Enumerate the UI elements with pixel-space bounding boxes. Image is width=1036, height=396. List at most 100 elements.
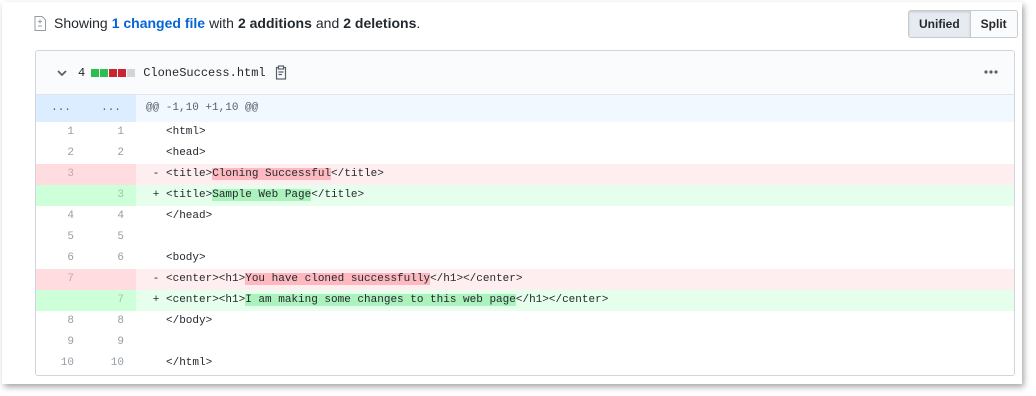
summary-prefix: Showing (54, 15, 108, 31)
old-line-number[interactable]: 1 (36, 122, 86, 143)
diff-sign: + (152, 294, 160, 306)
diff-view: Showing 1 changed file with 2 additions … (2, 2, 1022, 384)
code-line: </html> (166, 353, 212, 374)
diff-line: 55 (36, 227, 1014, 248)
code-line: <center><h1>I am making some changes to … (166, 290, 608, 311)
diff-sign: + (152, 189, 160, 201)
old-line-number[interactable]: 4 (36, 206, 86, 227)
code-text: <html> (166, 126, 206, 138)
expand-up-button[interactable]: ... (36, 95, 86, 122)
summary-and: and (315, 15, 340, 31)
code-text: </h1></center> (430, 273, 523, 285)
new-line-number[interactable]: 6 (86, 248, 136, 269)
new-line-number[interactable]: 9 (86, 332, 136, 353)
diff-line: 6 6 <body> (36, 248, 1014, 269)
old-line-number[interactable]: 10 (36, 353, 86, 374)
new-line-number[interactable]: 7 (86, 290, 136, 311)
new-line-number[interactable]: 4 (86, 206, 136, 227)
diffstat-block (127, 68, 136, 77)
code-line: <body> (166, 248, 206, 269)
additions-count: 2 additions (237, 15, 312, 31)
diff-sign (146, 311, 166, 332)
deletions-count: 2 deletions (343, 15, 417, 31)
code-text: </h1></center> (515, 294, 609, 306)
clippy-icon[interactable] (274, 65, 288, 80)
code-text: <center><h1> (166, 273, 246, 285)
changed-text: Sample Web Page (212, 189, 312, 201)
code-text: </body> (166, 315, 213, 327)
diffstat-block (109, 68, 118, 77)
diff-sign (146, 143, 166, 164)
diff-summary: Showing 1 changed file with 2 additions … (34, 10, 420, 36)
old-line-number[interactable]: 9 (36, 332, 86, 353)
changed-files-link[interactable]: 1 changed file (112, 15, 205, 31)
summary-with: with (209, 15, 234, 31)
new-line-number[interactable]: 10 (86, 353, 136, 374)
file-name[interactable]: CloneSuccess.html (143, 66, 265, 80)
change-count: 4 (78, 65, 86, 80)
file-diff: 4 CloneSuccess.html ... ... @@ -1,10 +1,… (35, 50, 1015, 376)
diff-sign (146, 353, 166, 374)
unified-button[interactable]: Unified (909, 11, 970, 37)
diff-sign (146, 122, 166, 143)
code-line: <title>Sample Web Page</title> (166, 185, 364, 206)
old-line-number[interactable] (36, 290, 86, 311)
code-line: </head> (166, 206, 212, 227)
old-line-number[interactable]: 6 (36, 248, 86, 269)
diff-line: 2 2 <head> (36, 143, 1014, 164)
diffstat (91, 68, 136, 77)
diff-line: 3 + <title>Sample Web Page</title> (36, 185, 1014, 206)
old-line-number[interactable]: 7 (36, 269, 86, 290)
diff-line: 4 4 </head> (36, 206, 1014, 227)
old-line-number[interactable]: 2 (36, 143, 86, 164)
new-line-number[interactable] (86, 269, 136, 290)
diff-sign: - (152, 168, 160, 180)
new-line-number[interactable]: 5 (86, 227, 136, 248)
old-line-number[interactable]: 3 (36, 164, 86, 185)
code-text: <title> (166, 189, 213, 201)
diff-line: 8 8 </body> (36, 311, 1014, 332)
code-text: <head> (166, 147, 206, 159)
diff-line: 99 (36, 332, 1014, 353)
hunk-header: @@ -1,10 +1,10 @@ (146, 102, 259, 114)
diff-line: 7 - <center><h1>You have cloned successful… (36, 269, 1014, 290)
diff-sign (146, 248, 166, 269)
file-header: 4 CloneSuccess.html (36, 51, 1014, 95)
new-line-number[interactable]: 2 (86, 143, 136, 164)
diff-line: 3 - <title>Cloning Successful</title> (36, 164, 1014, 185)
diff-line: 7 + <center><h1>I am making some changes t… (36, 290, 1014, 311)
kebab-horizontal-icon[interactable] (984, 65, 998, 79)
code-text: <title> (166, 168, 213, 180)
code-line: <html> (166, 122, 206, 143)
summary-period: . (416, 15, 421, 31)
diff-line: 10 10 </html> (36, 353, 1014, 374)
expand-down-button[interactable]: ... (86, 95, 136, 122)
file-diff-icon (34, 15, 46, 31)
code-line: <title>Cloning Successful</title> (166, 164, 384, 185)
code-text: </head> (166, 210, 213, 222)
new-line-number[interactable]: 3 (86, 185, 136, 206)
new-line-number[interactable]: 8 (86, 311, 136, 332)
changed-text: I am making some changes to this web pag… (245, 294, 516, 306)
diffstat-block (100, 68, 109, 77)
changed-text: Cloning Successful (212, 168, 332, 180)
new-line-number[interactable]: 1 (86, 122, 136, 143)
code-text: </title> (311, 189, 365, 201)
code-line: <center><h1>You have cloned successfully… (166, 269, 522, 290)
code-text: </title> (331, 168, 384, 180)
diff-view-toggle: Unified Split (908, 10, 1018, 38)
hunk-header-row: ... ... @@ -1,10 +1,10 @@ (36, 95, 1014, 122)
split-button[interactable]: Split (969, 11, 1017, 37)
code-text: <body> (166, 252, 206, 264)
diff-sign (146, 227, 166, 248)
old-line-number[interactable]: 5 (36, 227, 86, 248)
code-line: <head> (166, 143, 206, 164)
chevron-down-icon[interactable] (56, 67, 68, 79)
old-line-number[interactable]: 8 (36, 311, 86, 332)
new-line-number[interactable] (86, 164, 136, 185)
changed-text: You have cloned successfully (245, 273, 431, 285)
old-line-number[interactable] (36, 185, 86, 206)
code-text: <center><h1> (166, 294, 246, 306)
diff-sign (146, 206, 166, 227)
code-line: </body> (166, 311, 212, 332)
